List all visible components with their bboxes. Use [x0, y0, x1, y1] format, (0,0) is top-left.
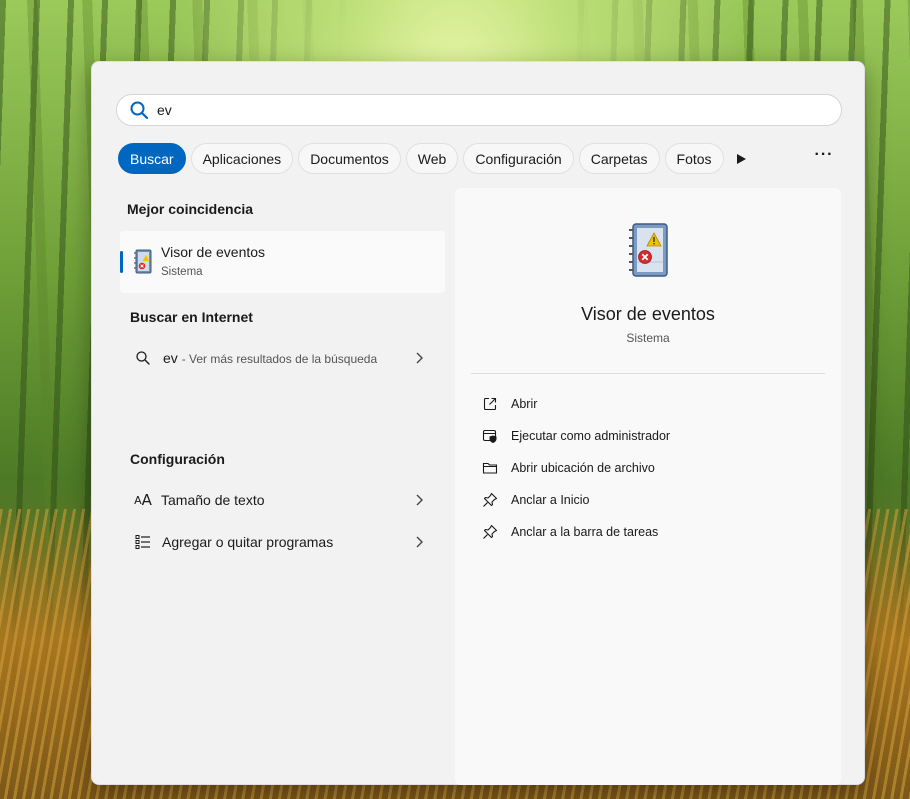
chevron-right-icon — [416, 536, 423, 548]
search-input[interactable] — [157, 102, 807, 118]
web-search-hint: - Ver más resultados de la búsqueda — [181, 352, 378, 366]
more-tabs-button[interactable] — [732, 150, 750, 168]
web-search-item[interactable]: ev - Ver más resultados de la búsqueda — [120, 338, 445, 378]
search-icon — [130, 101, 149, 120]
settings-heading: Configuración — [130, 451, 225, 467]
settings-item-label: Agregar o quitar programas — [162, 534, 334, 550]
tab-documentos[interactable]: Documentos — [298, 143, 401, 174]
more-options-button[interactable]: ··· — [812, 147, 836, 168]
folder-icon — [482, 462, 498, 474]
best-match-subtitle: Sistema — [161, 266, 203, 278]
open-external-icon — [483, 397, 497, 411]
best-match-name: Visor de eventos — [161, 244, 266, 260]
search-box[interactable] — [116, 94, 842, 126]
action-open-file-location[interactable]: Abrir ubicación de archivo — [471, 453, 825, 483]
action-pin-to-taskbar[interactable]: Anclar a la barra de tareas — [471, 517, 825, 547]
chevron-right-icon — [416, 352, 423, 364]
settings-item-text-size[interactable]: AA Tamaño de texto — [120, 480, 445, 520]
pin-icon — [483, 524, 498, 539]
action-label: Anclar a la barra de tareas — [511, 525, 659, 539]
settings-item-label: Tamaño de texto — [161, 492, 265, 508]
settings-item-add-remove-programs[interactable]: Agregar o quitar programas — [120, 522, 445, 562]
best-match-item[interactable]: Visor de eventos Sistema — [120, 231, 445, 293]
action-run-as-admin[interactable]: Ejecutar como administrador — [471, 421, 825, 451]
play-icon — [737, 154, 746, 164]
details-pane: Visor de eventos Sistema Abrir Ejecutar … — [455, 188, 841, 785]
chevron-right-icon — [416, 494, 423, 506]
action-label: Abrir — [511, 397, 538, 411]
tab-web[interactable]: Web — [405, 143, 459, 174]
tab-buscar[interactable]: Buscar — [118, 143, 186, 174]
divider — [471, 373, 825, 374]
action-open[interactable]: Abrir — [471, 389, 825, 419]
action-label: Ejecutar como administrador — [511, 429, 671, 443]
app-list-icon — [135, 535, 150, 549]
action-pin-to-start[interactable]: Anclar a Inicio — [471, 485, 825, 515]
tab-fotos[interactable]: Fotos — [664, 143, 724, 174]
details-app-name: Visor de eventos — [581, 304, 715, 324]
event-viewer-icon — [629, 223, 668, 277]
web-search-query: ev — [163, 350, 178, 366]
search-panel: Buscar Aplicaciones Documentos Web Confi… — [91, 61, 865, 785]
pin-icon — [483, 492, 498, 507]
event-viewer-icon — [134, 249, 152, 274]
action-label: Abrir ubicación de archivo — [511, 461, 655, 475]
tab-carpetas[interactable]: Carpetas — [578, 143, 660, 174]
search-icon — [136, 351, 150, 365]
text-size-icon: AA — [134, 491, 152, 509]
tab-aplicaciones[interactable]: Aplicaciones — [190, 143, 294, 174]
details-app-subtitle: Sistema — [626, 331, 670, 345]
web-search-heading: Buscar en Internet — [130, 309, 253, 325]
action-label: Anclar a Inicio — [511, 493, 590, 507]
shield-admin-icon — [482, 429, 497, 443]
filter-tabs: Buscar Aplicaciones Documentos Web Confi… — [118, 143, 729, 174]
best-match-heading: Mejor coincidencia — [127, 201, 254, 217]
tab-configuracion[interactable]: Configuración — [463, 143, 574, 174]
selection-indicator — [120, 251, 123, 273]
